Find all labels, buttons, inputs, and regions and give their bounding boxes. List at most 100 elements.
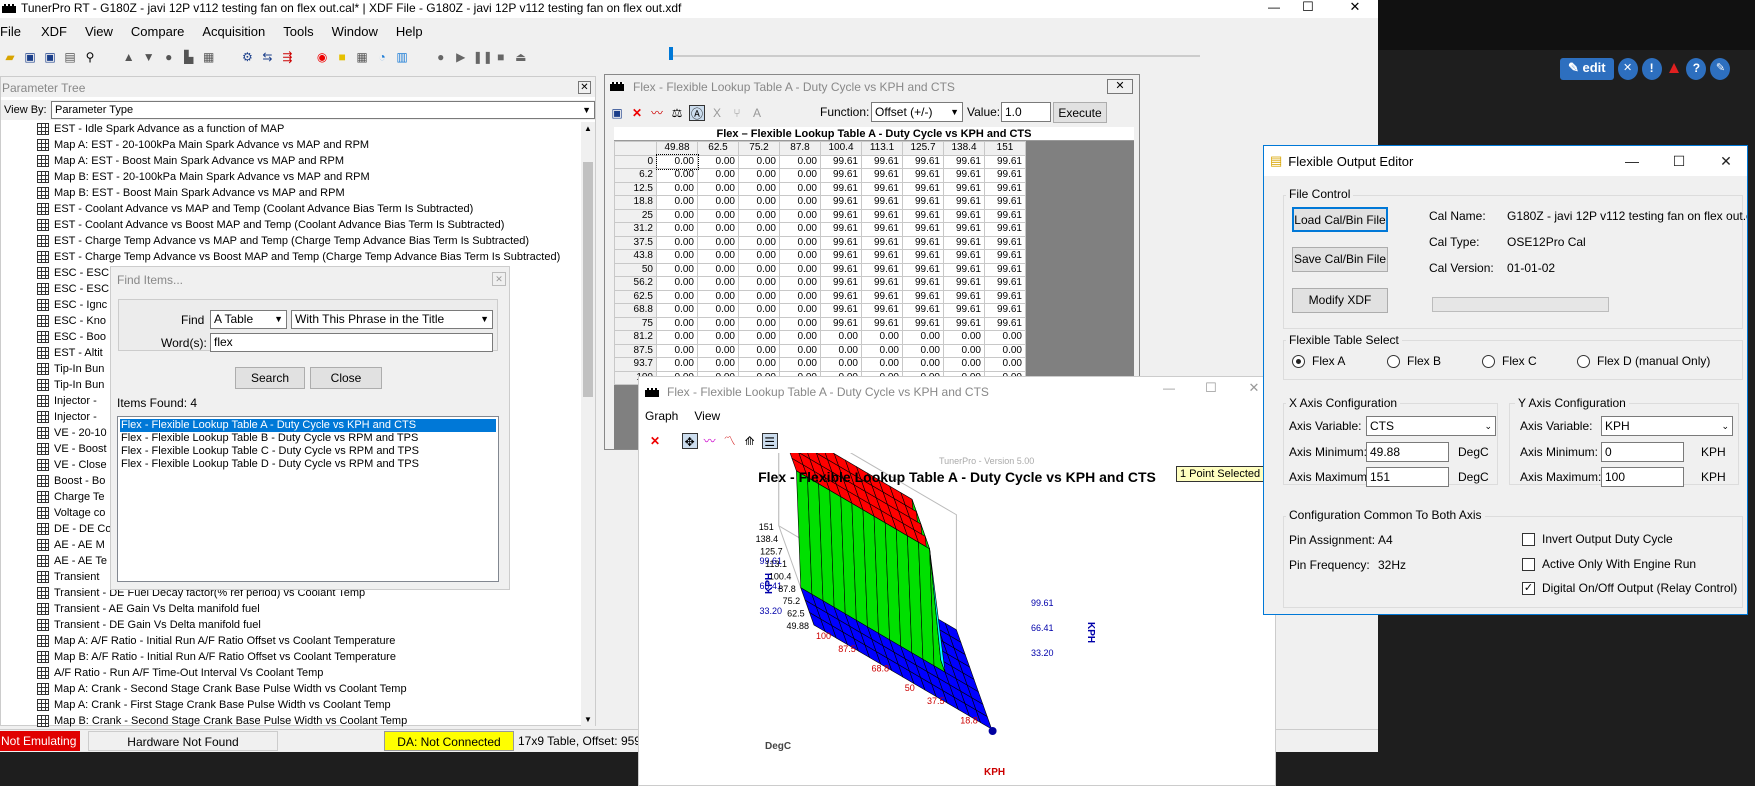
grid-cell[interactable]: 0.00 — [656, 249, 698, 264]
pin-icon[interactable]: ✎ — [1710, 58, 1731, 80]
tree-item[interactable]: ESC - Kno — [37, 314, 106, 328]
grid-cell[interactable]: 99.61 — [820, 276, 862, 291]
column-header[interactable]: 100.4 — [820, 141, 862, 156]
a-icon[interactable]: A — [749, 105, 765, 121]
surface-icon[interactable]: ☰ — [761, 432, 778, 449]
grid-cell[interactable]: 0.00 — [779, 195, 821, 210]
graph-menu-graph[interactable]: Graph — [645, 409, 678, 427]
grid-cell[interactable]: 0.00 — [738, 343, 780, 358]
grid-cell[interactable]: 99.61 — [820, 303, 862, 318]
tree-item[interactable]: ESC - Boo — [37, 330, 106, 344]
circle-icon[interactable]: ● — [161, 49, 177, 65]
grid-cell[interactable]: 0.00 — [738, 181, 780, 196]
grid-cell[interactable]: 0.00 — [738, 195, 780, 210]
find-type-select[interactable]: A Table ▼ — [210, 310, 287, 329]
properties-icon[interactable]: ▤ — [62, 49, 78, 65]
digital-checkbox[interactable]: ✓ — [1522, 582, 1535, 595]
flex-c-radio[interactable] — [1482, 355, 1495, 368]
main-close-button[interactable]: ✕ — [1335, 0, 1375, 16]
menu-view[interactable]: View — [76, 22, 122, 42]
tree-item[interactable]: AE - AE Te — [37, 554, 107, 568]
tree-item[interactable]: Map B: A/F Ratio - Initial Run A/F Ratio… — [37, 650, 396, 664]
grid-cell[interactable]: 0.00 — [820, 330, 862, 345]
x-icon[interactable]: X — [709, 105, 725, 121]
main-maximize-button[interactable]: ☐ — [1288, 0, 1328, 16]
grid-cell[interactable]: 99.61 — [984, 154, 1026, 169]
tree-item[interactable]: Map B: EST - 20-100kPa Main Spark Advanc… — [37, 170, 370, 184]
eject-icon[interactable]: ⏏ — [513, 49, 529, 65]
grid-cell[interactable]: 99.61 — [984, 208, 1026, 223]
grid-cell[interactable]: 0.00 — [697, 195, 739, 210]
tree-item[interactable]: DE - DE Co — [37, 522, 111, 536]
grid-cell[interactable]: 99.61 — [861, 249, 903, 264]
grid-cell[interactable]: 99.61 — [984, 235, 1026, 250]
grid-cell[interactable]: 99.61 — [861, 195, 903, 210]
grid-cell[interactable]: 0.00 — [697, 181, 739, 196]
graph-menu-view[interactable]: View — [694, 409, 720, 427]
grid-cell[interactable]: 0.00 — [697, 303, 739, 318]
grid-cell[interactable]: 0.00 — [738, 289, 780, 304]
grid-cell[interactable]: 99.61 — [902, 289, 944, 304]
save-icon[interactable]: ▣ — [609, 105, 625, 121]
grid-cell[interactable]: 99.61 — [820, 222, 862, 237]
table-window-close-button[interactable]: ✕ — [1107, 79, 1133, 94]
grid-icon[interactable]: ▦ — [354, 49, 370, 65]
grid-cell[interactable]: 0.00 — [656, 168, 698, 183]
load-cal-button[interactable]: Load Cal/Bin File — [1292, 207, 1388, 232]
note-icon[interactable]: ■ — [334, 49, 350, 65]
grid-cell[interactable]: 0.00 — [655, 154, 699, 170]
tree-item[interactable]: ESC - Ignc — [37, 298, 107, 312]
value-input[interactable]: 1.0 — [1001, 102, 1051, 122]
row-header[interactable]: 31.2 — [614, 222, 657, 237]
wireframe-icon[interactable]: ⟰ — [742, 433, 758, 449]
grid-cell[interactable]: 0.00 — [697, 168, 739, 183]
grid-cell[interactable]: 0.00 — [779, 289, 821, 304]
x-axis-min-input[interactable]: 49.88 — [1366, 442, 1449, 462]
column-header[interactable]: 125.7 — [902, 141, 944, 156]
grid-cell[interactable]: 99.61 — [820, 249, 862, 264]
tree-item[interactable]: Boost - Bo — [37, 474, 105, 488]
close-icon[interactable]: ✕ — [578, 81, 591, 94]
grid-cell[interactable]: 0.00 — [697, 357, 739, 372]
grid-cell[interactable]: 0.00 — [656, 195, 698, 210]
grid-cell[interactable]: 99.61 — [902, 168, 944, 183]
tree-item[interactable]: Map A: EST - Boost Main Spark Advance vs… — [37, 154, 344, 168]
grid-cell[interactable]: 99.61 — [984, 289, 1026, 304]
grid-cell[interactable]: 0.00 — [984, 357, 1026, 372]
grid-cell[interactable]: 99.61 — [943, 262, 985, 277]
playback-slider[interactable] — [670, 55, 1200, 57]
row-header[interactable]: 12.5 — [614, 181, 657, 196]
edit-button[interactable]: ✎ edit — [1560, 58, 1614, 80]
pause-icon[interactable]: ❚❚ — [473, 49, 493, 65]
grid-cell[interactable]: 99.61 — [820, 181, 862, 196]
grid-cell[interactable]: 0.00 — [738, 357, 780, 372]
grid-cell[interactable]: 0.00 — [656, 343, 698, 358]
grid-cell[interactable]: 0.00 — [738, 316, 780, 331]
y-axis-max-input[interactable]: 100 — [1601, 467, 1684, 487]
grid-cell[interactable]: 0.00 — [738, 303, 780, 318]
grid-cell[interactable]: 0.00 — [943, 343, 985, 358]
row-header[interactable]: 93.7 — [614, 357, 657, 372]
tree-item[interactable]: Tip-In Bun — [37, 378, 104, 392]
grid-cell[interactable]: 99.61 — [861, 154, 903, 169]
grid-cell[interactable]: 99.61 — [861, 222, 903, 237]
grid-cell[interactable]: 0.00 — [697, 330, 739, 345]
row-header[interactable]: 43.8 — [614, 249, 657, 264]
grid-cell[interactable]: 99.61 — [984, 168, 1026, 183]
menu-help[interactable]: Help — [387, 22, 432, 42]
row-header[interactable]: 37.5 — [614, 235, 657, 250]
grid-cell[interactable]: 0.00 — [779, 168, 821, 183]
grid-cell[interactable]: 99.61 — [902, 154, 944, 169]
tree-item[interactable]: Map A: A/F Ratio - Initial Run A/F Ratio… — [37, 634, 395, 648]
grid-cell[interactable]: 0.00 — [861, 343, 903, 358]
tree-item[interactable]: Charge Te — [37, 490, 105, 504]
grid-cell[interactable]: 99.61 — [943, 168, 985, 183]
editor-maximize-button[interactable]: ☐ — [1656, 146, 1702, 176]
column-header[interactable]: 113.1 — [861, 141, 903, 156]
tree-item[interactable]: VE - 20-10 — [37, 426, 107, 440]
menu-tools[interactable]: Tools — [274, 22, 322, 42]
grid-cell[interactable]: 0.00 — [943, 330, 985, 345]
line-graph-icon[interactable]: 〽 — [722, 433, 738, 449]
grid-cell[interactable]: 0.00 — [697, 289, 739, 304]
find-close-button[interactable]: Close — [310, 367, 382, 389]
